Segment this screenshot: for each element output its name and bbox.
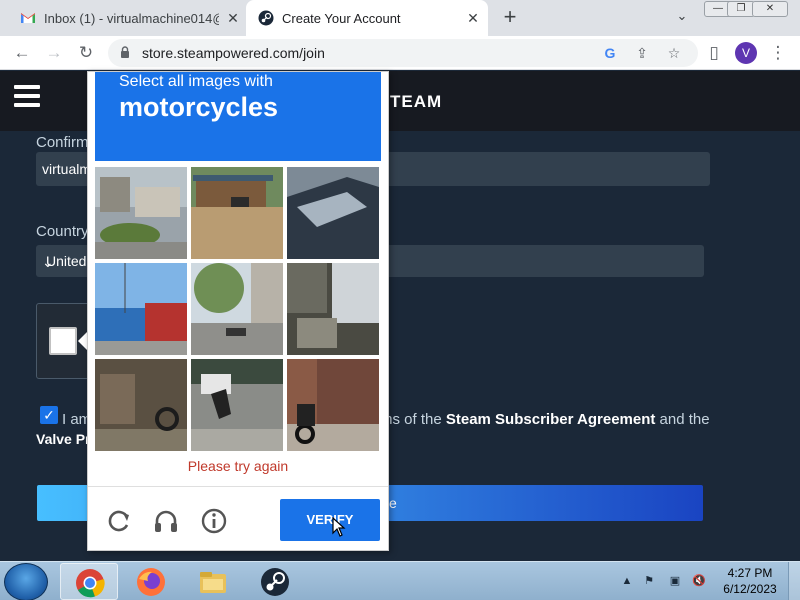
close-window-button[interactable]: ✕ bbox=[752, 1, 788, 17]
lock-icon bbox=[121, 46, 129, 58]
audio-challenge-icon[interactable] bbox=[152, 507, 180, 535]
clock-time: 4:27 PM bbox=[727, 566, 773, 580]
address-bar[interactable]: store.steampowered.com/join G ⇪ ☆ bbox=[108, 39, 698, 67]
tab-search-chevron-icon[interactable]: ⌄ bbox=[672, 8, 692, 28]
privacy-policy-link[interactable]: Valve Pr bbox=[36, 431, 91, 447]
gmail-icon bbox=[21, 13, 35, 23]
challenge-target: motorcycles bbox=[119, 92, 279, 122]
taskbar: ▲ ⚑ ▣ 🔇 4:27 PM 6/12/2023 bbox=[0, 561, 800, 600]
image-tile[interactable] bbox=[95, 167, 187, 259]
profile-avatar[interactable]: V bbox=[735, 42, 757, 64]
action-center-flag-icon[interactable]: ⚑ bbox=[642, 574, 656, 588]
share-icon[interactable]: ⇪ bbox=[632, 43, 652, 63]
tab-strip: Inbox (1) - virtualmachine014@g ✕ Create… bbox=[0, 0, 800, 36]
tab-create-account[interactable]: Create Your Account ✕ bbox=[246, 0, 488, 36]
maximize-button[interactable]: ❐ bbox=[727, 1, 755, 17]
footer-divider bbox=[88, 486, 388, 487]
image-tile[interactable] bbox=[95, 263, 187, 355]
challenge-instruction: Select all images with bbox=[119, 73, 273, 90]
bookmark-star-icon[interactable]: ☆ bbox=[664, 43, 684, 63]
agree-text-middle: ms of the bbox=[380, 411, 446, 428]
image-tile[interactable] bbox=[287, 263, 379, 355]
tab-title: Inbox (1) - virtualmachine014@g bbox=[44, 10, 219, 26]
image-tile[interactable] bbox=[191, 263, 283, 355]
file-explorer-icon bbox=[200, 572, 226, 593]
confirm-email-label: Confirm bbox=[36, 134, 89, 151]
image-tile[interactable] bbox=[287, 167, 379, 259]
verify-button[interactable]: VERIFY bbox=[280, 499, 380, 541]
clock-date: 6/12/2023 bbox=[723, 582, 777, 596]
taskbar-steam[interactable] bbox=[246, 563, 304, 600]
verify-label: VERIFY bbox=[306, 512, 354, 527]
continue-label: e bbox=[389, 495, 397, 511]
image-tile[interactable] bbox=[287, 359, 379, 451]
show-desktop-button[interactable] bbox=[788, 562, 800, 600]
network-icon[interactable]: ▣ bbox=[668, 574, 682, 588]
image-tile[interactable] bbox=[191, 167, 283, 259]
subscriber-agreement-link[interactable]: Steam Subscriber Agreement bbox=[446, 411, 656, 428]
tab-title: Create Your Account bbox=[282, 10, 401, 26]
forward-arrow-icon[interactable]: → bbox=[42, 41, 66, 65]
info-icon[interactable] bbox=[200, 507, 228, 535]
show-hidden-icons-icon[interactable]: ▲ bbox=[620, 574, 634, 588]
taskbar-file-explorer[interactable] bbox=[184, 563, 242, 600]
side-panel-icon[interactable]: ▯ bbox=[702, 41, 726, 65]
tab-gmail[interactable]: Inbox (1) - virtualmachine014@g ✕ bbox=[8, 0, 248, 36]
taskbar-chrome[interactable] bbox=[60, 563, 118, 600]
clock[interactable]: 4:27 PM 6/12/2023 bbox=[720, 565, 780, 597]
taskbar-firefox[interactable] bbox=[122, 563, 180, 600]
reload-icon[interactable]: ↻ bbox=[74, 41, 98, 65]
new-tab-button[interactable]: + bbox=[498, 6, 522, 30]
volume-muted-icon[interactable]: 🔇 bbox=[692, 574, 706, 588]
steam-logo[interactable]: TEAM bbox=[390, 92, 442, 112]
steam-icon bbox=[261, 568, 289, 596]
recaptcha-challenge: Select all images with motorcycles Pleas… bbox=[87, 71, 389, 551]
error-message: Please try again bbox=[187, 458, 289, 474]
mouse-cursor-icon bbox=[332, 517, 346, 537]
agree-text: ms of the Steam Subscriber Agreement and… bbox=[380, 411, 710, 428]
recaptcha-checkbox[interactable] bbox=[49, 327, 77, 355]
hamburger-menu-icon[interactable] bbox=[14, 85, 40, 107]
image-tile[interactable] bbox=[95, 359, 187, 451]
start-button[interactable] bbox=[4, 563, 48, 600]
google-translate-icon[interactable]: G bbox=[600, 43, 620, 63]
reload-icon[interactable] bbox=[105, 507, 133, 535]
chrome-icon bbox=[76, 569, 105, 598]
browser-toolbar: ← → ↻ store.steampowered.com/join G ⇪ ☆ … bbox=[0, 36, 800, 70]
country-label: Country bbox=[36, 223, 89, 240]
challenge-header: Select all images with motorcycles bbox=[95, 72, 381, 161]
image-tile[interactable] bbox=[191, 359, 283, 451]
steam-icon bbox=[258, 10, 274, 26]
back-arrow-icon[interactable]: ← bbox=[10, 41, 34, 65]
firefox-icon bbox=[137, 568, 165, 596]
close-tab-icon[interactable]: ✕ bbox=[224, 9, 242, 27]
agree-text-and: and the bbox=[655, 411, 710, 428]
url-text: store.steampowered.com/join bbox=[142, 45, 325, 61]
agree-checkbox[interactable]: ✓ bbox=[40, 406, 58, 424]
confirm-email-value: virtualm bbox=[42, 161, 92, 177]
close-tab-icon[interactable]: ✕ bbox=[464, 9, 482, 27]
menu-kebab-icon[interactable]: ⋮ bbox=[766, 41, 790, 65]
image-grid bbox=[95, 167, 383, 454]
